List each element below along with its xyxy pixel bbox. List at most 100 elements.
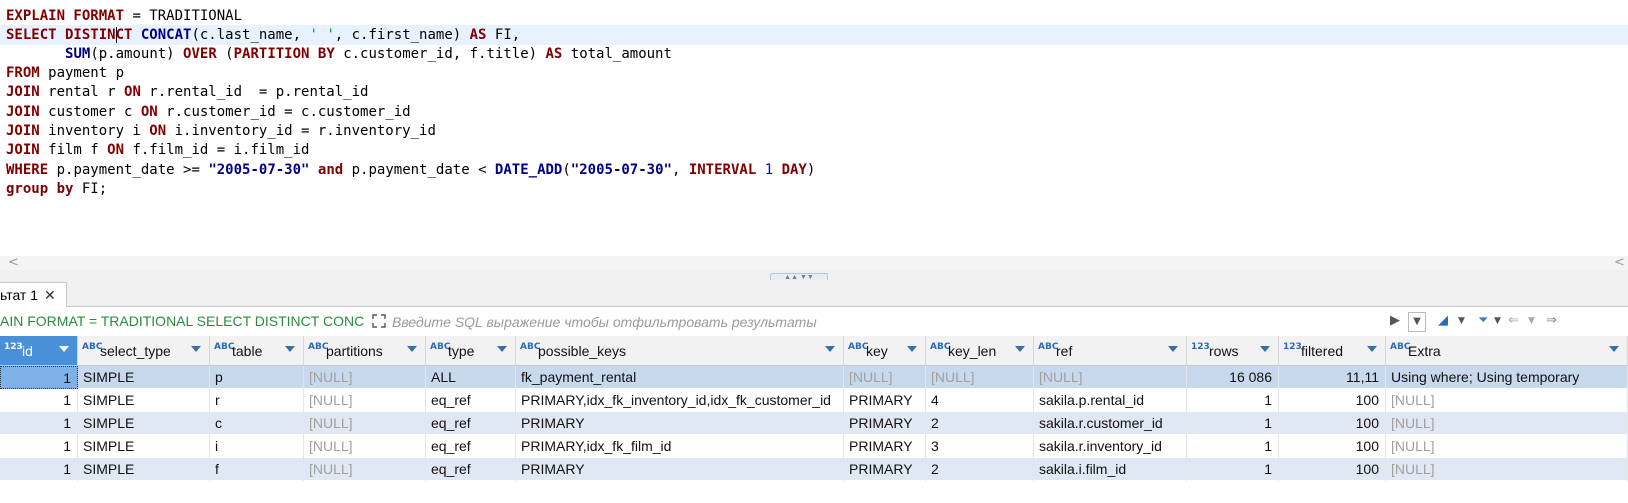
forward-icon[interactable]: ⇒ [1546,312,1557,330]
cell-type[interactable]: eq_ref [426,412,516,435]
cell-table[interactable]: f [210,458,304,481]
cell-table[interactable]: p [210,366,304,389]
column-header-key[interactable]: ABC key [844,336,926,366]
cell-filtered[interactable]: 11,11 [1279,366,1386,389]
cell-type[interactable]: eq_ref [426,389,516,412]
panel-splitter[interactable]: ▲▲ ▼▼ [0,270,1628,282]
chevron-down-icon[interactable]: ▼ [1458,312,1465,330]
cell-rows[interactable]: 1 [1187,458,1279,481]
cell-possible-keys[interactable]: PRIMARY,idx_fk_inventory_id,idx_fk_custo… [516,389,844,412]
chevron-down-icon[interactable]: ▼ [1528,312,1535,330]
cell-key-len[interactable]: 2 [926,412,1034,435]
cell-select-type[interactable]: SIMPLE [78,366,210,389]
sort-arrow-icon[interactable] [407,346,417,352]
editor-horizontal-scrollbar[interactable]: < < [0,255,1628,270]
column-header-ref[interactable]: ABC ref [1034,336,1187,366]
cell-extra[interactable]: [NULL] [1386,435,1628,458]
cell-key[interactable]: PRIMARY [844,389,926,412]
table-row[interactable]: 1 SIMPLE f [NULL] eq_ref PRIMARY PRIMARY 2 sakil… [0,458,1628,481]
funnel-icon[interactable]: ⏷ [1478,312,1488,330]
cell-rows[interactable]: 16 086 [1187,366,1279,389]
cell-partitions[interactable]: [NULL] [304,412,426,435]
cell-key-len[interactable]: [NULL] [926,366,1034,389]
column-header-filtered[interactable]: 123 filtered [1279,336,1386,366]
cell-id[interactable]: 1 [0,412,78,435]
table-row[interactable]: 1 SIMPLE r [NULL] eq_ref PRIMARY,idx_fk_inven… [0,389,1628,412]
eraser-icon[interactable]: ◢ [1438,312,1448,330]
cell-rows[interactable]: 1 [1187,412,1279,435]
cell-table[interactable]: i [210,435,304,458]
column-header-key-len[interactable]: ABC key_len [926,336,1034,366]
cell-possible-keys[interactable]: PRIMARY,idx_fk_film_id [516,435,844,458]
cell-ref[interactable]: sakila.i.film_id [1034,458,1187,481]
cell-filtered[interactable]: 100 [1279,435,1386,458]
cell-key-len[interactable]: 3 [926,435,1034,458]
column-header-table[interactable]: ABC table [210,336,304,366]
history-dropdown-icon[interactable]: ▼ [1408,312,1426,332]
cell-filtered[interactable]: 100 [1279,389,1386,412]
scroll-left-icon[interactable]: < [8,255,19,270]
column-header-type[interactable]: ABC type [426,336,516,366]
sort-arrow-icon[interactable] [1609,346,1619,352]
cell-partitions[interactable]: [NULL] [304,435,426,458]
cell-extra[interactable]: [NULL] [1386,412,1628,435]
sort-arrow-icon[interactable] [497,346,507,352]
cell-select-type[interactable]: SIMPLE [78,389,210,412]
chevron-down-icon[interactable]: ▼ [1494,312,1501,330]
cell-possible-keys[interactable]: PRIMARY [516,458,844,481]
cell-id[interactable]: 1 [0,389,78,412]
cell-extra[interactable]: Using where; Using temporary [1386,366,1628,389]
cell-table[interactable]: c [210,412,304,435]
cell-id[interactable]: 1 [0,435,78,458]
sql-editor[interactable]: EXPLAIN FORMAT = TRADITIONAL SELECT DIST… [0,0,1628,256]
scroll-right-icon[interactable]: < [1614,255,1625,270]
cell-partitions[interactable]: [NULL] [304,458,426,481]
cell-possible-keys[interactable]: PRIMARY [516,412,844,435]
cell-extra[interactable]: [NULL] [1386,458,1628,481]
column-header-extra[interactable]: ABC Extra [1386,336,1628,366]
cell-key[interactable]: PRIMARY [844,458,926,481]
cell-partitions[interactable]: [NULL] [304,366,426,389]
expand-icon[interactable] [372,314,386,328]
cell-type[interactable]: ALL [426,366,516,389]
cell-extra[interactable]: [NULL] [1386,389,1628,412]
cell-ref[interactable]: [NULL] [1034,366,1187,389]
cell-key[interactable]: [NULL] [844,366,926,389]
cell-key-len[interactable]: 2 [926,458,1034,481]
table-row[interactable]: 1 SIMPLE i [NULL] eq_ref PRIMARY,idx_fk_film_… [0,435,1628,458]
cell-key-len[interactable]: 4 [926,389,1034,412]
sort-arrow-icon[interactable] [285,346,295,352]
cell-ref[interactable]: sakila.r.inventory_id [1034,435,1187,458]
filter-input[interactable] [390,310,1434,334]
column-header-id[interactable]: 123 id [0,336,78,366]
cell-key[interactable]: PRIMARY [844,435,926,458]
sort-arrow-icon[interactable] [825,346,835,352]
cell-type[interactable]: eq_ref [426,458,516,481]
column-header-rows[interactable]: 123 rows [1187,336,1279,366]
cell-select-type[interactable]: SIMPLE [78,435,210,458]
cell-key[interactable]: PRIMARY [844,412,926,435]
cell-type[interactable]: eq_ref [426,435,516,458]
cell-filtered[interactable]: 100 [1279,458,1386,481]
table-row[interactable]: 1 SIMPLE c [NULL] eq_ref PRIMARY PRIMARY 2 sakil… [0,412,1628,435]
cell-id[interactable]: 1 [0,458,78,481]
sort-arrow-icon[interactable] [1015,346,1025,352]
cell-ref[interactable]: sakila.p.rental_id [1034,389,1187,412]
query-preview[interactable]: AIN FORMAT = TRADITIONAL SELECT DISTINCT… [0,307,364,336]
apply-filter-icon[interactable]: ▶ [1390,312,1400,330]
cell-select-type[interactable]: SIMPLE [78,458,210,481]
cell-filtered[interactable]: 100 [1279,412,1386,435]
cell-rows[interactable]: 1 [1187,389,1279,412]
cell-id[interactable]: 1 [0,366,78,389]
cell-ref[interactable]: sakila.r.customer_id [1034,412,1187,435]
cell-rows[interactable]: 1 [1187,435,1279,458]
back-icon[interactable]: ⇐ [1508,312,1519,330]
sort-arrow-icon[interactable] [907,346,917,352]
cell-partitions[interactable]: [NULL] [304,389,426,412]
sort-arrow-icon[interactable] [1168,346,1178,352]
close-icon[interactable]: ✕ [44,287,56,303]
table-row[interactable]: 1 SIMPLE p [NULL] ALL fk_payment_rental [NULL]… [0,366,1628,389]
column-header-select-type[interactable]: ABC select_type [78,336,210,366]
sort-arrow-icon[interactable] [59,346,69,352]
tab-result-1[interactable]: ьтат 1 ✕ [0,282,67,308]
